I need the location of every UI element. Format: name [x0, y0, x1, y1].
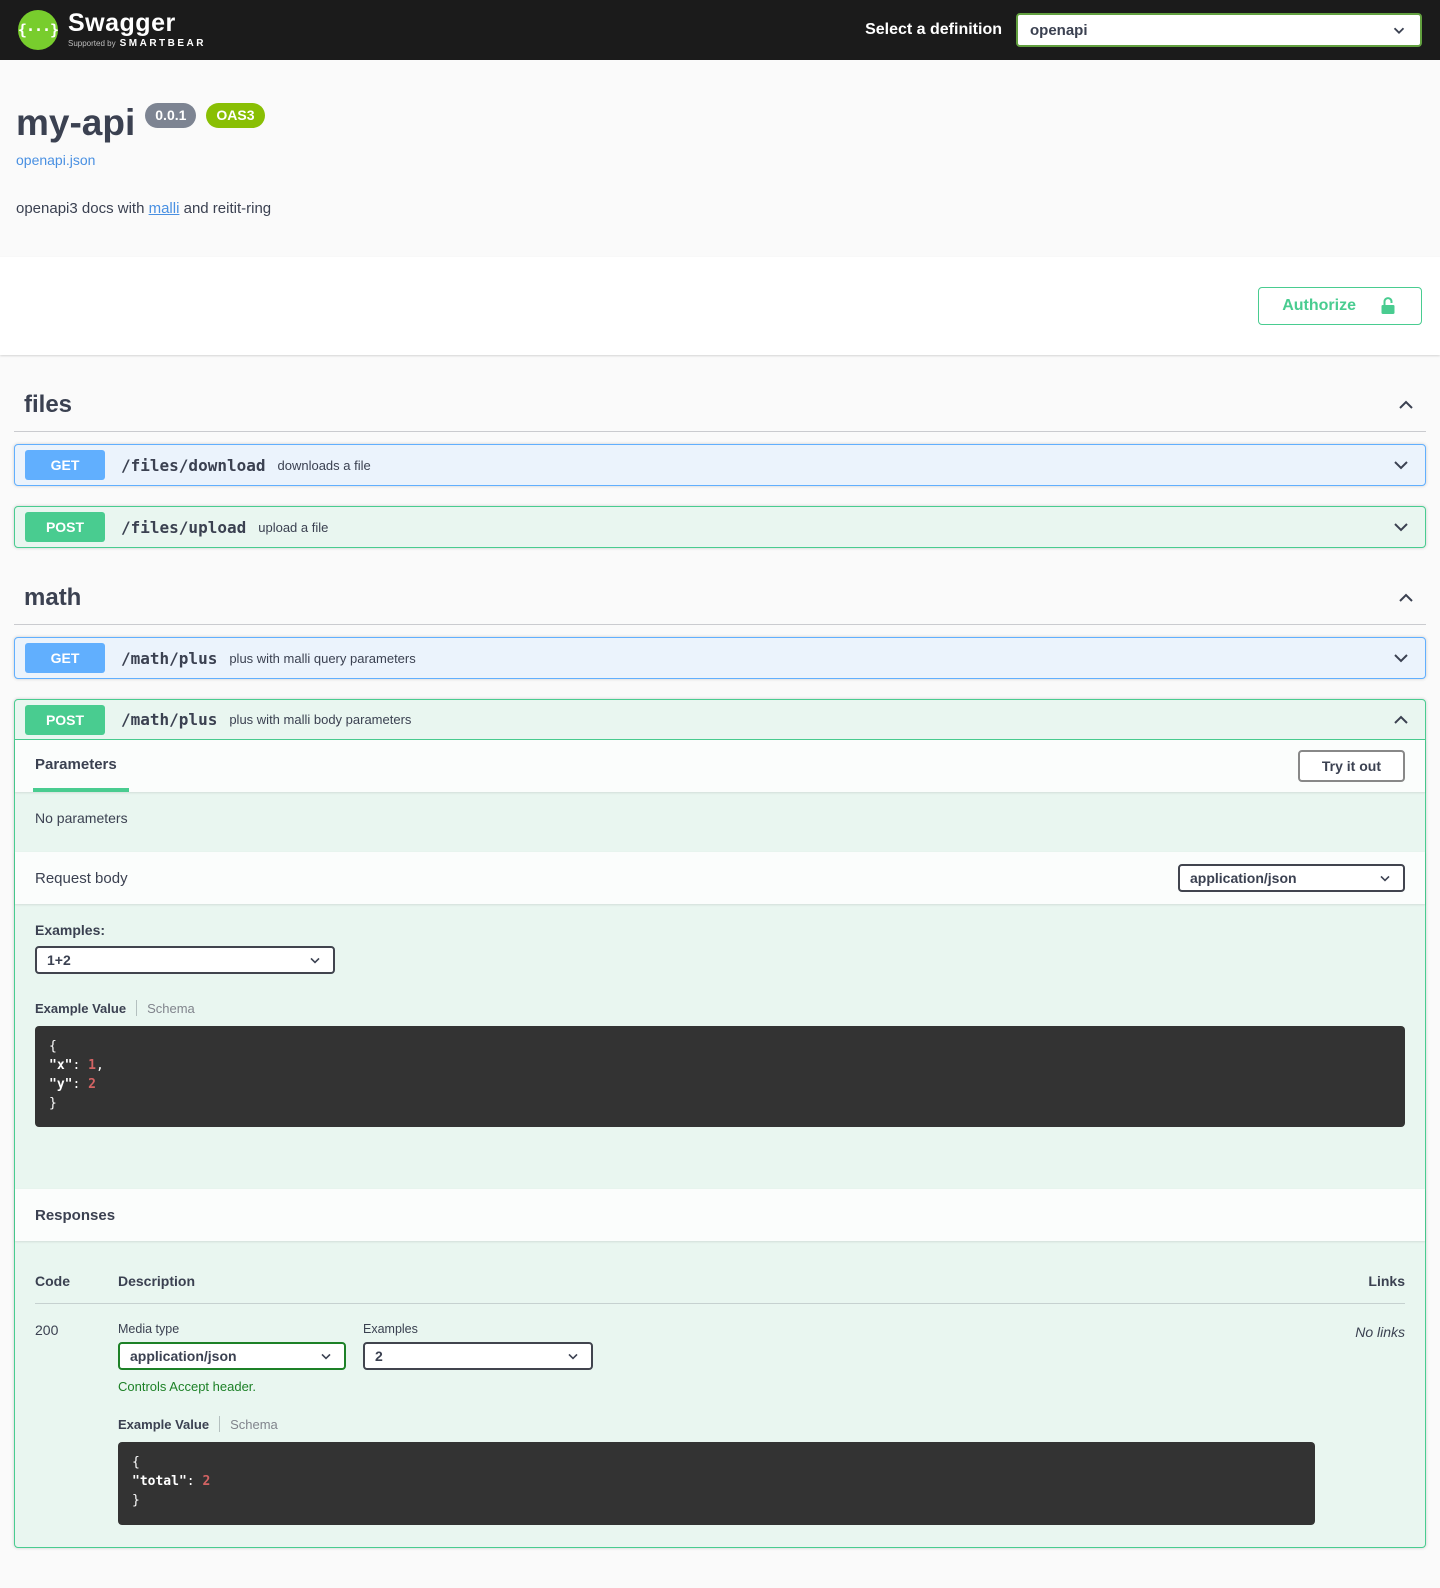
request-body-section-header: Request body application/json	[15, 852, 1425, 904]
method-badge: POST	[25, 705, 105, 735]
scheme-container: Authorize	[0, 257, 1440, 355]
tag-title: math	[24, 584, 81, 612]
tag-section-files: files GET /files/download downloads a fi…	[14, 379, 1426, 548]
opblock-get-files-download: GET /files/download downloads a file	[14, 444, 1426, 486]
model-tabs: Example Value Schema	[35, 1000, 1405, 1016]
responses-wrapper: Responses Code Description Links 200	[15, 1189, 1425, 1547]
op-path[interactable]: /math/plus	[121, 649, 217, 668]
op-path[interactable]: /files/upload	[121, 518, 246, 537]
chevron-down-icon	[307, 952, 323, 968]
response-media-type-select[interactable]: application/json	[118, 1342, 346, 1370]
bottom-spacer	[14, 1572, 1426, 1588]
page-title: my-api	[16, 102, 135, 144]
response-row-200: 200 Media type application/json	[35, 1304, 1405, 1525]
controls-accept-header-note: Controls Accept header.	[118, 1379, 1315, 1394]
request-body-title: Request body	[35, 870, 128, 887]
tab-schema[interactable]: Schema	[230, 1417, 278, 1432]
op-summary-text: plus with malli body parameters	[229, 712, 411, 727]
response-example-code[interactable]: { "total": 2}	[118, 1442, 1315, 1525]
column-header-description: Description	[118, 1273, 1315, 1289]
tab-parameters[interactable]: Parameters	[35, 740, 117, 792]
tag-header-files[interactable]: files	[14, 379, 1426, 432]
responses-title: Responses	[35, 1207, 115, 1224]
chevron-down-icon[interactable]	[1387, 455, 1415, 475]
spec-url-link[interactable]: openapi.json	[16, 152, 95, 168]
information-container: my-api 0.0.1 OAS3 openapi.json openapi3 …	[0, 60, 1440, 257]
method-badge: GET	[25, 643, 105, 673]
chevron-down-icon	[1390, 21, 1408, 39]
malli-link[interactable]: malli	[149, 200, 180, 217]
response-examples-label: Examples	[363, 1322, 593, 1336]
chevron-down-icon	[565, 1348, 581, 1364]
tab-example-value[interactable]: Example Value	[118, 1417, 209, 1432]
responses-inner: Code Description Links 200 Media type	[15, 1241, 1425, 1547]
tab-separator	[136, 1000, 137, 1016]
no-parameters-text: No parameters	[15, 792, 1425, 852]
tab-separator	[219, 1416, 220, 1432]
op-summary[interactable]: POST /math/plus plus with malli body par…	[15, 700, 1425, 740]
version-badge: 0.0.1	[145, 103, 196, 128]
tag-section-math: math GET /math/plus plus with malli quer…	[14, 572, 1426, 1548]
tag-header-math[interactable]: math	[14, 572, 1426, 625]
active-tab-indicator	[33, 788, 129, 792]
logo-tagline: Supported by SMARTBEAR	[68, 39, 206, 49]
chevron-down-icon	[318, 1348, 334, 1364]
method-badge: POST	[25, 512, 105, 542]
select-definition-label: Select a definition	[865, 21, 1002, 39]
tag-title: files	[24, 391, 72, 419]
examples-label: Examples:	[35, 922, 1405, 938]
media-type-label: Media type	[118, 1322, 346, 1336]
op-summary-text: downloads a file	[278, 458, 371, 473]
swagger-braces-icon: {···}	[18, 10, 58, 50]
op-path[interactable]: /files/download	[121, 456, 266, 475]
op-summary[interactable]: POST /files/upload upload a file	[15, 507, 1425, 547]
unlock-icon	[1378, 296, 1398, 316]
responses-table-header: Code Description Links	[35, 1259, 1405, 1304]
tab-schema[interactable]: Schema	[147, 1001, 195, 1016]
chevron-up-icon[interactable]	[1387, 710, 1415, 730]
chevron-up-icon[interactable]	[1396, 588, 1416, 608]
response-description-cell: Media type application/json Examples	[118, 1322, 1315, 1525]
chevron-down-icon	[1377, 870, 1393, 886]
response-links-value: No links	[1315, 1322, 1405, 1525]
tab-example-value[interactable]: Example Value	[35, 1001, 126, 1016]
chevron-down-icon[interactable]	[1387, 517, 1415, 537]
op-path[interactable]: /math/plus	[121, 710, 217, 729]
responses-section-header: Responses	[15, 1189, 1425, 1241]
opblock-body: Parameters Try it out No parameters Requ…	[15, 740, 1425, 1547]
request-example-code[interactable]: { "x": 1, "y": 2}	[35, 1026, 1405, 1127]
model-tabs: Example Value Schema	[118, 1416, 1315, 1432]
opblock-post-math-plus: POST /math/plus plus with malli body par…	[14, 699, 1426, 1548]
topbar: {···} Swagger Supported by SMARTBEAR Sel…	[0, 0, 1440, 60]
op-summary-text: upload a file	[258, 520, 328, 535]
op-summary-text: plus with malli query parameters	[229, 651, 415, 666]
request-example-select[interactable]: 1+2	[35, 946, 335, 974]
op-summary[interactable]: GET /files/download downloads a file	[15, 445, 1425, 485]
logo-title: Swagger	[68, 11, 206, 36]
chevron-up-icon[interactable]	[1396, 395, 1416, 415]
parameters-section-header: Parameters Try it out	[15, 740, 1425, 792]
method-badge: GET	[25, 450, 105, 480]
column-header-code: Code	[35, 1273, 118, 1289]
response-example-select[interactable]: 2	[363, 1342, 593, 1370]
opblock-get-math-plus: GET /math/plus plus with malli query par…	[14, 637, 1426, 679]
oas3-badge: OAS3	[206, 103, 264, 128]
request-content-type-select[interactable]: application/json	[1178, 864, 1405, 892]
opblock-post-files-upload: POST /files/upload upload a file	[14, 506, 1426, 548]
swagger-logo[interactable]: {···} Swagger Supported by SMARTBEAR	[18, 10, 206, 50]
definition-select[interactable]: openapi	[1016, 13, 1422, 47]
request-body-content: Examples: 1+2 Example Value Schema { "x"…	[15, 904, 1425, 1169]
column-header-links: Links	[1315, 1273, 1405, 1289]
api-description: openapi3 docs with malli and reitit-ring	[16, 200, 1424, 217]
authorize-button[interactable]: Authorize	[1258, 287, 1422, 325]
response-status-code: 200	[35, 1322, 118, 1525]
op-summary[interactable]: GET /math/plus plus with malli query par…	[15, 638, 1425, 678]
try-it-out-button[interactable]: Try it out	[1298, 750, 1405, 782]
chevron-down-icon[interactable]	[1387, 648, 1415, 668]
